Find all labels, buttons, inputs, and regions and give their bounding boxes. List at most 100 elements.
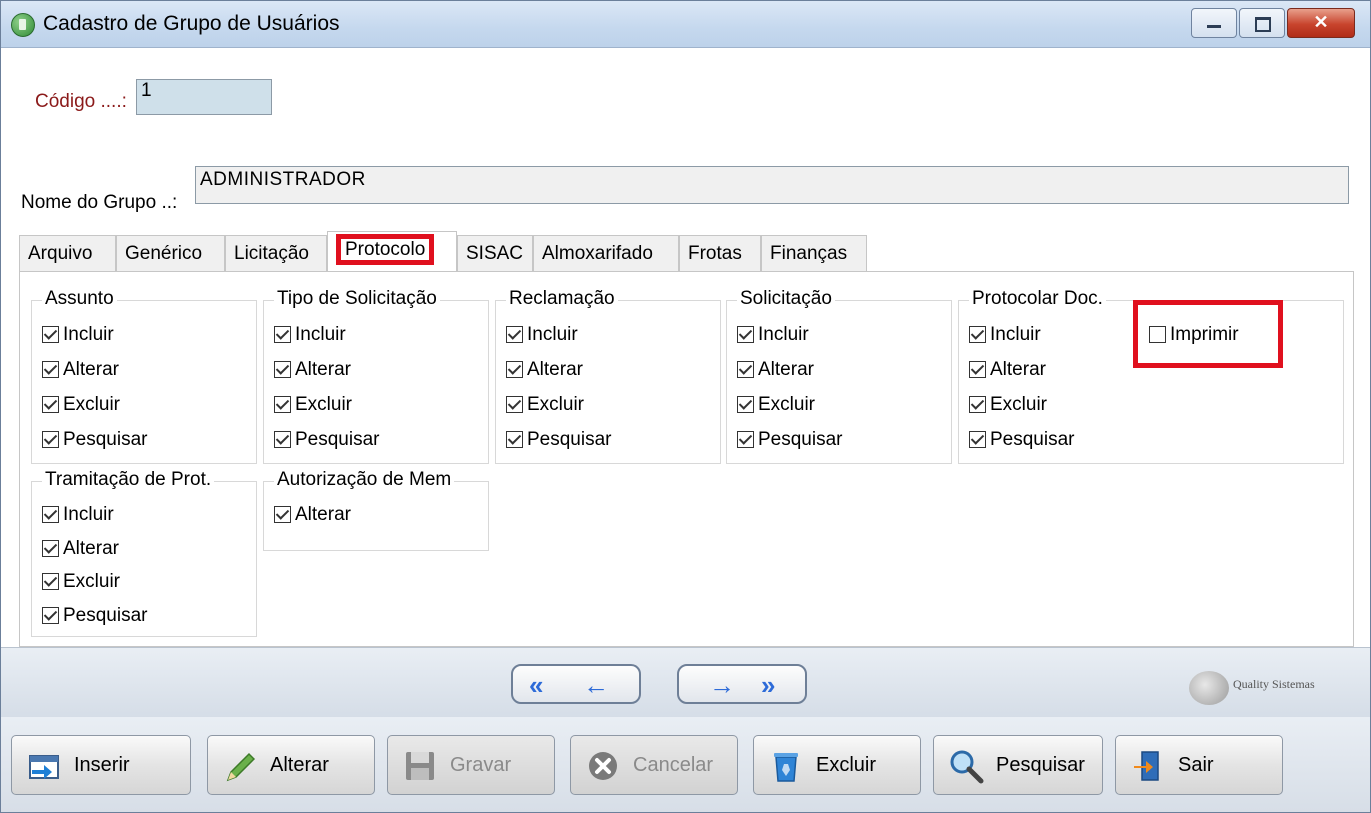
record-navigation-bar: « ← → » — [1, 647, 1370, 718]
checkbox-alterar[interactable]: Alterar — [737, 357, 814, 383]
save-button[interactable]: Gravar — [387, 735, 555, 795]
tab-financas[interactable]: Finanças — [761, 235, 867, 271]
search-label: Pesquisar — [996, 754, 1085, 776]
checkbox-checked-icon — [969, 326, 986, 344]
checkbox-checked-icon — [506, 431, 523, 449]
checkbox-label: Incluir — [990, 324, 1041, 345]
minimize-button[interactable] — [1191, 8, 1237, 38]
checkbox-alterar[interactable]: Alterar — [969, 357, 1046, 383]
exit-button[interactable]: Sair — [1115, 735, 1283, 795]
insert-button[interactable]: Inserir — [11, 735, 191, 795]
checkbox-label: Incluir — [758, 324, 809, 345]
checkbox-incluir[interactable]: Incluir — [274, 322, 346, 348]
checkbox-label: Excluir — [527, 394, 585, 415]
checkbox-checked-icon — [969, 361, 986, 379]
last-record-icon[interactable]: » — [761, 670, 775, 700]
checkbox-checked-icon — [42, 326, 59, 344]
checkbox-checked-icon — [506, 326, 523, 344]
nav-back-group: « ← — [511, 664, 641, 704]
group-name-field[interactable]: ADMINISTRADOR — [195, 166, 1349, 204]
exit-door-icon — [1134, 751, 1159, 781]
checkbox-excluir[interactable]: Excluir — [42, 392, 120, 418]
checkbox-incluir[interactable]: Incluir — [506, 322, 578, 348]
minimize-icon — [1207, 25, 1221, 28]
checkbox-alterar[interactable]: Alterar — [274, 357, 351, 383]
checkbox-checked-icon — [274, 361, 291, 379]
checkbox-alterar[interactable]: Alterar — [42, 536, 119, 562]
checkbox-incluir[interactable]: Incluir — [42, 322, 114, 348]
checkbox-checked-icon — [42, 607, 59, 625]
save-label: Gravar — [450, 754, 512, 776]
checkbox-label: Excluir — [758, 394, 816, 415]
previous-record-icon[interactable]: ← — [583, 670, 609, 700]
checkbox-excluir[interactable]: Excluir — [42, 569, 120, 595]
group-title: Autorização de Mem — [274, 469, 455, 491]
checkbox-pesquisar[interactable]: Pesquisar — [737, 427, 843, 453]
checkbox-checked-icon — [42, 361, 59, 379]
checkbox-label: Pesquisar — [63, 605, 148, 626]
checkbox-label: Incluir — [295, 324, 346, 345]
maximize-icon — [1255, 17, 1271, 32]
checkbox-alterar[interactable]: Alterar — [274, 502, 351, 528]
delete-label: Excluir — [816, 754, 877, 776]
checkbox-incluir[interactable]: Incluir — [737, 322, 809, 348]
tab-protocolo-label: Protocolo — [336, 234, 435, 265]
tab-generico[interactable]: Genérico — [116, 235, 225, 271]
checkbox-pesquisar[interactable]: Pesquisar — [506, 427, 612, 453]
search-button[interactable]: Pesquisar — [933, 735, 1103, 795]
checkbox-checked-icon — [737, 361, 754, 379]
checkbox-checked-icon — [42, 573, 59, 591]
title-bar[interactable]: Cadastro de Grupo de Usuários ✕ — [1, 1, 1370, 48]
checkbox-pesquisar[interactable]: Pesquisar — [42, 603, 148, 629]
pencil-icon — [226, 752, 256, 782]
checkbox-checked-icon — [274, 431, 291, 449]
group-title: Tipo de Solicitação — [274, 288, 440, 310]
checkbox-checked-icon — [506, 361, 523, 379]
edit-button[interactable]: Alterar — [207, 735, 375, 795]
edit-label: Alterar — [270, 754, 329, 776]
code-field[interactable]: 1 — [136, 79, 272, 115]
group-title: Protocolar Doc. — [969, 288, 1106, 310]
checkbox-excluir[interactable]: Excluir — [737, 392, 815, 418]
tab-arquivo[interactable]: Arquivo — [19, 235, 116, 271]
code-label: Código ....: — [35, 91, 127, 112]
checkbox-label: Alterar — [758, 359, 814, 380]
checkbox-checked-icon — [274, 396, 291, 414]
group-solicitacao: Solicitação Incluir Alterar Excluir Pesq… — [726, 288, 952, 464]
delete-button[interactable]: Excluir — [753, 735, 921, 795]
maximize-button[interactable] — [1239, 8, 1285, 38]
checkbox-label: Incluir — [527, 324, 578, 345]
checkbox-excluir[interactable]: Excluir — [969, 392, 1047, 418]
action-toolbar: Inserir Alterar Gravar Cancelar Excluir … — [1, 717, 1370, 812]
checkbox-label: Excluir — [295, 394, 353, 415]
checkbox-checked-icon — [506, 396, 523, 414]
cancel-label: Cancelar — [633, 754, 714, 776]
checkbox-label: Excluir — [63, 394, 121, 415]
first-record-icon[interactable]: « — [529, 670, 543, 700]
tab-frotas[interactable]: Frotas — [679, 235, 761, 271]
logo-icon — [1189, 671, 1229, 705]
tab-licitacao[interactable]: Licitação — [225, 235, 327, 271]
tab-protocolo[interactable]: Protocolo — [327, 231, 457, 272]
tab-almoxarifado[interactable]: Almoxarifado — [533, 235, 679, 271]
checkbox-label: Alterar — [990, 359, 1046, 380]
checkbox-label: Pesquisar — [295, 429, 380, 450]
tab-sisac[interactable]: SISAC — [457, 235, 533, 271]
window-title: Cadastro de Grupo de Usuários — [43, 12, 340, 35]
group-title: Tramitação de Prot. — [42, 469, 215, 491]
checkbox-excluir[interactable]: Excluir — [274, 392, 352, 418]
checkbox-label: Incluir — [63, 324, 114, 345]
checkbox-pesquisar[interactable]: Pesquisar — [969, 427, 1075, 453]
cancel-button[interactable]: Cancelar — [570, 735, 738, 795]
checkbox-excluir[interactable]: Excluir — [506, 392, 584, 418]
close-button[interactable]: ✕ — [1287, 8, 1355, 38]
checkbox-label: Pesquisar — [758, 429, 843, 450]
checkbox-incluir[interactable]: Incluir — [969, 322, 1041, 348]
checkbox-pesquisar[interactable]: Pesquisar — [42, 427, 148, 453]
checkbox-pesquisar[interactable]: Pesquisar — [274, 427, 380, 453]
checkbox-alterar[interactable]: Alterar — [42, 357, 119, 383]
next-record-icon[interactable]: → — [709, 670, 735, 700]
checkbox-checked-icon — [274, 326, 291, 344]
checkbox-alterar[interactable]: Alterar — [506, 357, 583, 383]
checkbox-incluir[interactable]: Incluir — [42, 502, 114, 528]
